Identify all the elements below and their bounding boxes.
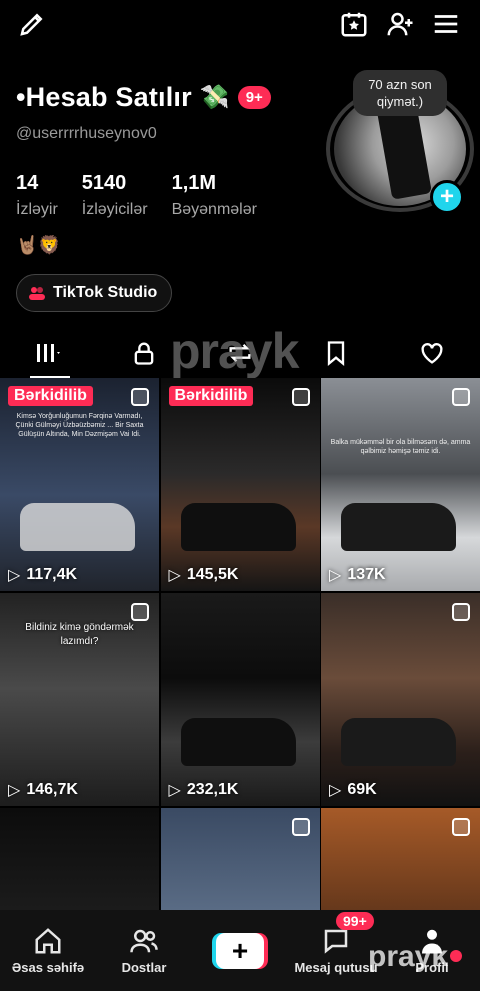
view-count: ▷ 137K xyxy=(329,566,386,584)
stat-followers[interactable]: 5140 İzləyicilər xyxy=(82,172,148,219)
video-caption: Kimsə Yorğunluğumun Fərqinə Varmadı, Çün… xyxy=(15,413,144,438)
studio-label: TikTok Studio xyxy=(53,284,158,301)
play-icon: ▷ xyxy=(8,567,21,584)
heart-icon xyxy=(421,343,443,364)
stat-value: 14 xyxy=(16,172,39,194)
create-plus-icon: + xyxy=(212,932,268,969)
nav-home[interactable]: Əsas səhifə xyxy=(0,910,96,991)
view-count: ▷ 145,5K xyxy=(168,566,239,584)
nav-label: Dostlar xyxy=(121,960,167,975)
stat-label: İzləyir xyxy=(16,201,58,218)
add-story-plus-icon[interactable]: + xyxy=(430,180,464,214)
studio-people-icon xyxy=(29,286,45,300)
multi-photo-icon xyxy=(452,388,470,406)
notification-dot xyxy=(450,950,462,962)
view-count: ▷ 69K xyxy=(329,781,377,799)
play-icon: ▷ xyxy=(329,782,342,799)
pinned-badge: Bərkidilib xyxy=(8,386,93,406)
menu-icon[interactable] xyxy=(430,8,462,40)
multi-photo-icon xyxy=(452,818,470,836)
home-icon xyxy=(35,928,61,954)
money-emoji: 💸 xyxy=(199,84,230,111)
view-count: ▷ 232,1K xyxy=(168,781,239,799)
multi-photo-icon xyxy=(291,388,310,406)
play-icon: ▷ xyxy=(329,567,342,584)
multi-photo-icon xyxy=(131,603,149,621)
profile-name: •Hesab Satılır xyxy=(16,82,192,112)
watermark-text-bottom: prayk xyxy=(368,940,449,973)
play-icon: ▷ xyxy=(168,567,181,584)
tab-videos[interactable] xyxy=(0,330,96,378)
stat-likes[interactable]: 1,1M Bəyənmələr xyxy=(172,172,257,219)
tab-saved[interactable] xyxy=(288,330,384,376)
tab-liked[interactable] xyxy=(384,330,480,376)
calendar-star-icon[interactable] xyxy=(338,8,370,40)
video-thumbnail[interactable]: ▷ 69K xyxy=(321,593,480,806)
inbox-icon xyxy=(324,929,348,954)
video-caption: Bildiniz kimə göndərmək lazımdı? xyxy=(25,622,134,647)
video-thumbnail[interactable]: Bərkidilib Kimsə Yorğunluğumun Fərqinə V… xyxy=(0,378,159,591)
video-thumbnail[interactable]: Bildiniz kimə göndərmək lazımdı? ▷ 146,7K xyxy=(0,593,159,806)
multi-photo-icon xyxy=(291,818,310,836)
note-bubble[interactable]: 70 azn son qiymət.) xyxy=(353,70,447,116)
edit-pencil-icon[interactable] xyxy=(16,8,48,40)
top-bar xyxy=(0,0,480,50)
video-caption: Balka mükəmməl bir ola bilməsəm də, amma… xyxy=(330,439,471,455)
tiktok-studio-button[interactable]: TikTok Studio xyxy=(16,274,173,312)
nav-create[interactable]: + xyxy=(192,910,288,991)
lock-icon xyxy=(134,342,154,365)
profile-name-row: •Hesab Satılır 💸 9+ xyxy=(16,82,271,113)
video-thumbnail[interactable]: ▷ 232,1K xyxy=(160,593,320,806)
video-grid: Bərkidilib Kimsə Yorğunluğumun Fərqinə V… xyxy=(0,378,480,991)
bookmark-icon xyxy=(327,341,345,366)
add-user-icon[interactable] xyxy=(384,8,416,40)
stat-value: 5140 xyxy=(81,172,127,194)
multi-photo-icon xyxy=(131,388,149,406)
nav-label: Əsas səhifə xyxy=(11,960,85,975)
stat-label: İzləyicilər xyxy=(81,201,148,218)
watermark-text: prayk xyxy=(170,323,299,379)
grid-icon xyxy=(37,344,60,362)
multi-photo-icon xyxy=(452,603,470,621)
video-thumbnail[interactable]: Balka mükəmməl bir ola bilməsəm də, amma… xyxy=(321,378,480,591)
stat-label: Bəyənmələr xyxy=(171,201,257,218)
pinned-badge: Bərkidilib xyxy=(168,386,254,406)
bio-emojis: 🤘🏽🦁 xyxy=(16,235,61,255)
inbox-badge: 99+ xyxy=(336,912,374,930)
video-thumbnail[interactable]: Bərkidilib ▷ 145,5K xyxy=(160,378,320,591)
friends-icon xyxy=(130,929,158,953)
play-icon: ▷ xyxy=(168,782,181,799)
username: @userrrrhuseynov0 xyxy=(16,125,157,142)
view-count: ▷ 146,7K xyxy=(8,781,78,799)
stat-following[interactable]: 14 İzləyir xyxy=(16,172,58,219)
view-count: ▷ 117,4K xyxy=(8,566,78,584)
play-icon: ▷ xyxy=(8,782,21,799)
profile-stats: 14 İzləyir 5140 İzləyicilər 1,1M Bəyənmə… xyxy=(16,172,281,219)
nav-friends[interactable]: Dostlar xyxy=(96,910,192,991)
nav-label: Mesaj qutusu xyxy=(294,960,378,975)
stat-value: 1,1M xyxy=(171,172,217,194)
notification-badge[interactable]: 9+ xyxy=(237,86,271,109)
